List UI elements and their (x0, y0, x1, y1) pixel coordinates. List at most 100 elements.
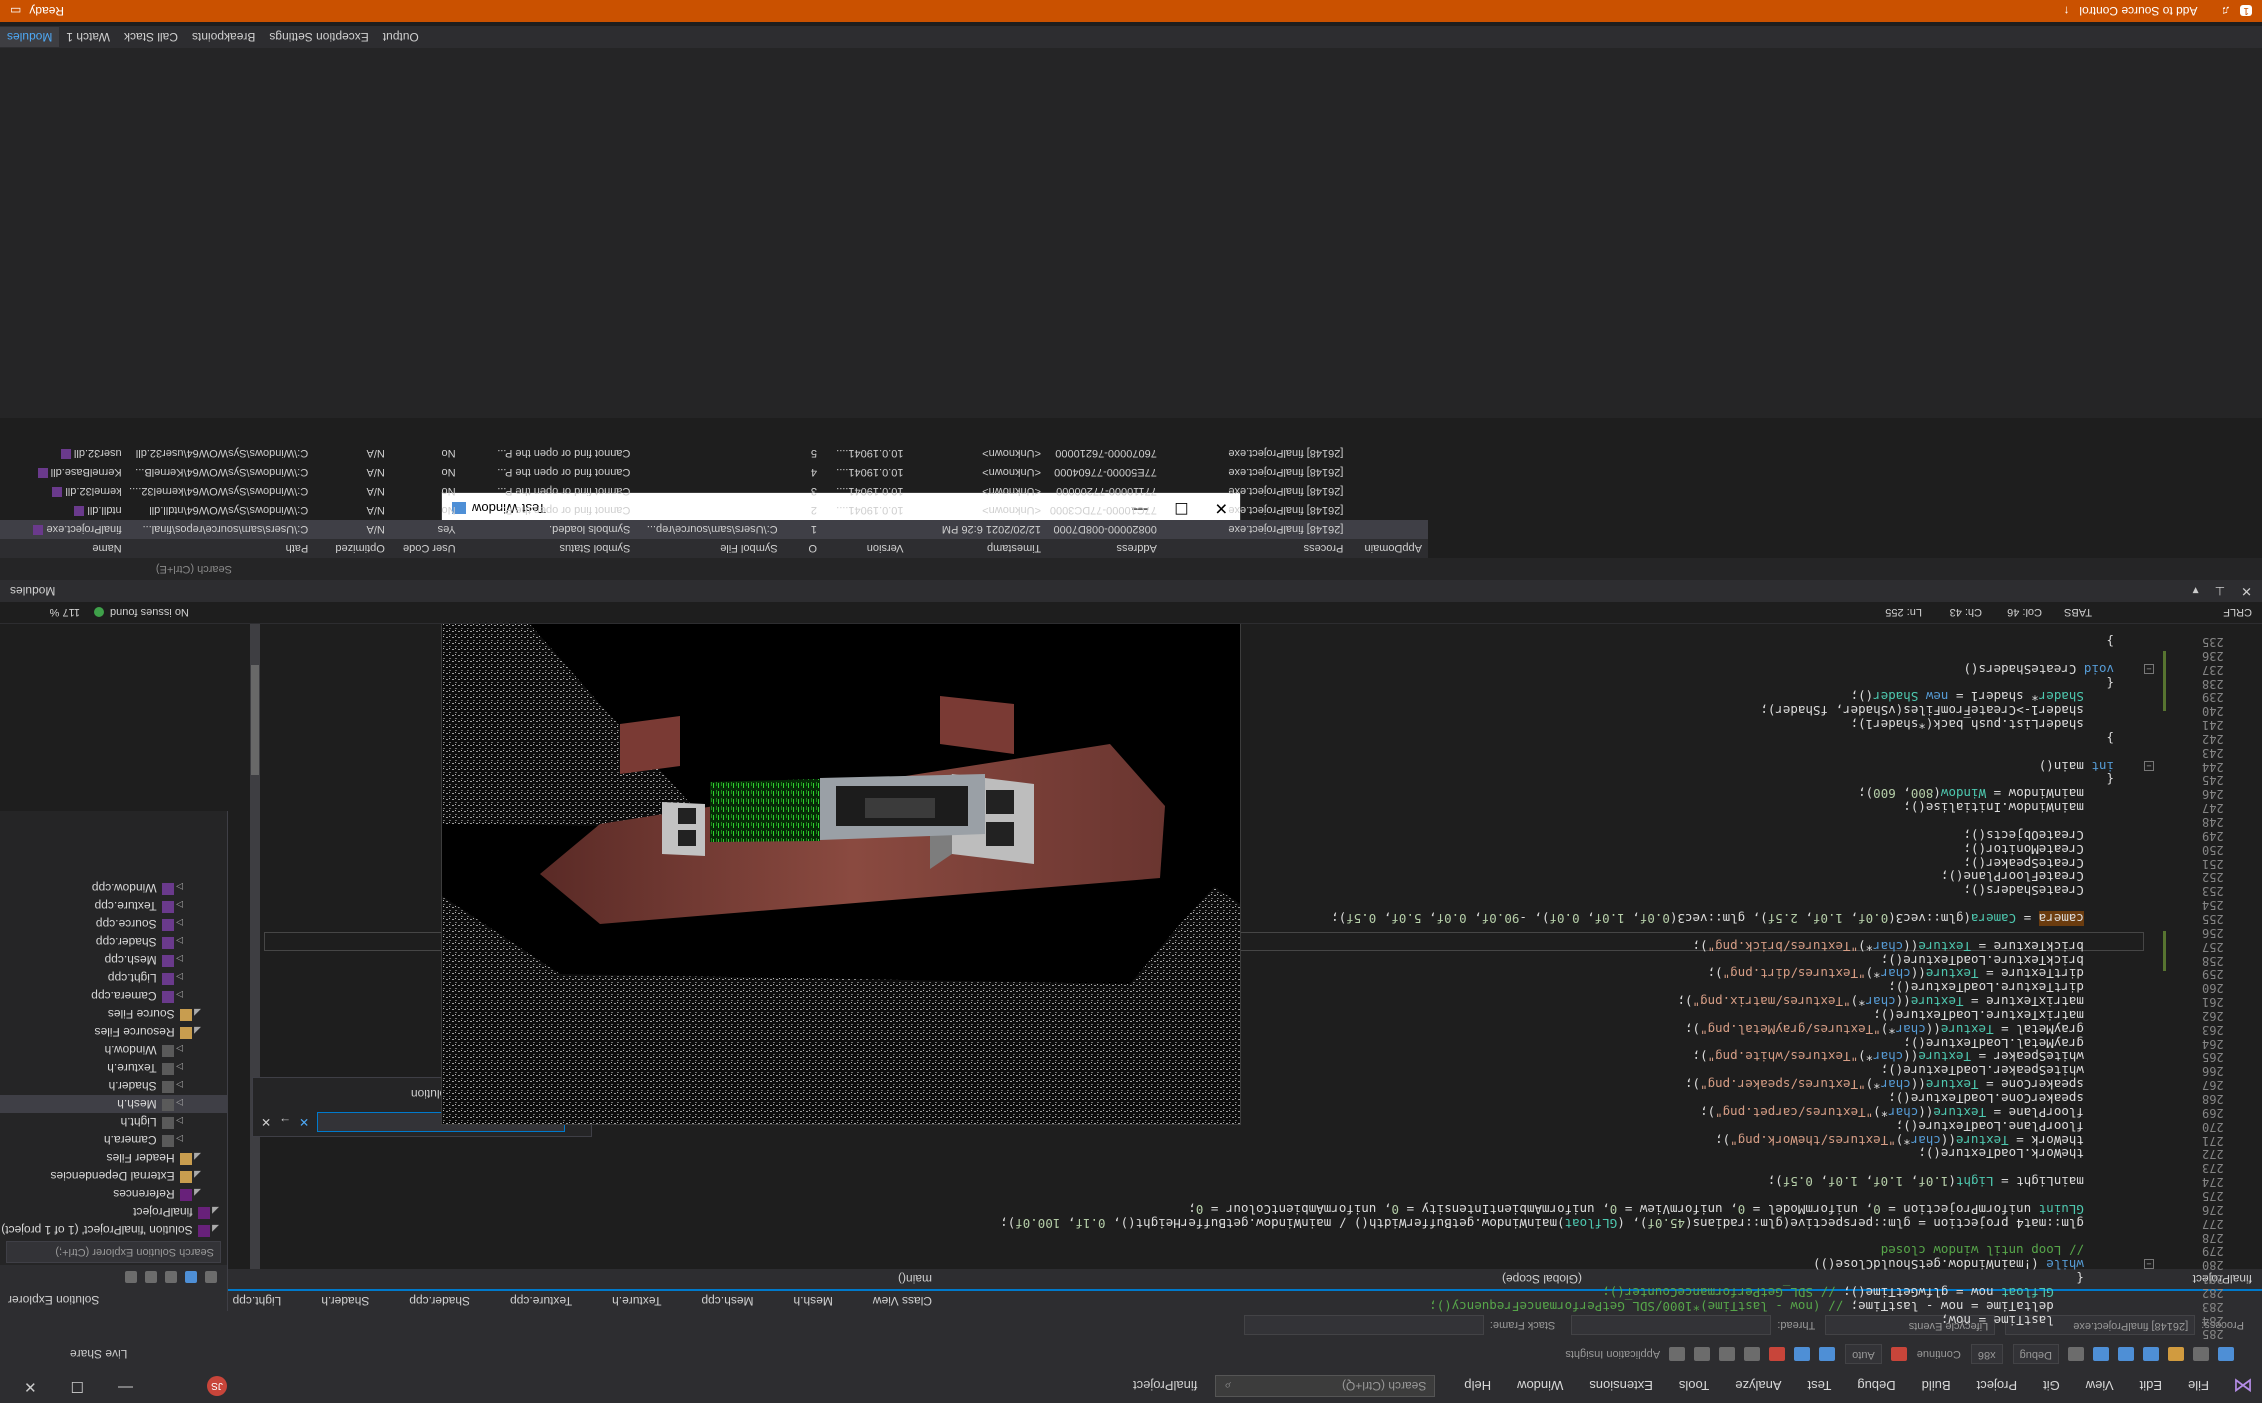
continue-button[interactable]: Continue (1917, 1348, 1961, 1360)
platform-select[interactable]: x86 (1970, 1344, 2003, 1364)
close-find-icon[interactable]: ✕ (261, 1115, 271, 1129)
menu-debug[interactable]: Debug (1844, 1379, 1908, 1394)
tree-item-light-cpp[interactable]: ▷ Light.cpp (0, 969, 227, 987)
tree-item-finalproject[interactable]: ◢ finalProject (0, 1203, 227, 1221)
expand-arrow-icon[interactable]: ◢ (210, 1224, 219, 1234)
expand-arrow-icon[interactable]: ◢ (192, 1026, 201, 1036)
expand-arrow-icon[interactable]: ▷ (174, 882, 183, 892)
save-icon[interactable] (2143, 1347, 2159, 1361)
tree-item-texture-h[interactable]: ▷ Texture.h (0, 1059, 227, 1077)
tree-item-mesh-cpp[interactable]: ▷ Mesh.cpp (0, 951, 227, 969)
expand-arrow-icon[interactable]: ◢ (192, 1152, 201, 1162)
maximize-icon[interactable]: ☐ (71, 1376, 84, 1396)
sync-icon[interactable] (185, 1271, 197, 1283)
project-dropdown[interactable]: finalProject (1592, 1272, 2262, 1286)
redo-icon[interactable] (2068, 1347, 2084, 1361)
notifications-badge[interactable]: 1 (2240, 5, 2252, 17)
expand-arrow-icon[interactable]: ▷ (174, 1134, 183, 1144)
menu-help[interactable]: Help (1451, 1379, 1504, 1394)
expand-arrow-icon[interactable]: ▷ (174, 918, 183, 928)
next-result-icon[interactable]: → (279, 1115, 291, 1129)
tab-class-view[interactable]: Class View (853, 1291, 952, 1311)
tree-item-resource-files[interactable]: ◢ Resource Files (0, 1023, 227, 1041)
panel-tab-exception-settings[interactable]: Exception Settings (262, 27, 375, 47)
tree-item-shader-cpp[interactable]: ▷ Shader.cpp (0, 933, 227, 951)
menu-file[interactable]: File (2175, 1379, 2222, 1394)
thread-select[interactable] (1571, 1315, 1772, 1335)
collapse-all-icon[interactable] (165, 1271, 177, 1283)
properties-icon[interactable] (125, 1271, 137, 1283)
tree-item-references[interactable]: ◢ References (0, 1185, 227, 1203)
tree-item-texture-cpp[interactable]: ▷ Texture.cpp (0, 897, 227, 915)
expand-arrow-icon[interactable]: ▷ (174, 900, 183, 910)
clear-icon[interactable]: ✕ (299, 1115, 309, 1129)
modules-search-input[interactable]: Search (Ctrl+E) (0, 563, 240, 575)
app-insights-button[interactable]: Application Insights (1565, 1348, 1660, 1360)
tree-item-source-cpp[interactable]: ▷ Source.cpp (0, 915, 227, 933)
column-header[interactable]: Timestamp (909, 543, 1046, 555)
column-header[interactable]: O (784, 543, 823, 555)
expand-arrow-icon[interactable]: ▷ (174, 1098, 183, 1108)
expand-arrow-icon[interactable]: ▷ (174, 1044, 183, 1054)
tab-texture-cpp[interactable]: Texture.cpp (490, 1291, 592, 1311)
menu-git[interactable]: Git (2030, 1379, 2073, 1394)
column-header[interactable]: Version (823, 543, 909, 555)
tree-item-camera-h[interactable]: ▷ Camera.h (0, 1131, 227, 1149)
expand-arrow-icon[interactable]: ▷ (174, 936, 183, 946)
column-header[interactable]: Symbol File (636, 543, 783, 555)
table-row[interactable]: [26148] finalProject.exe 77C10000-77DC300… (0, 501, 1428, 520)
collapse-icon[interactable]: − (2144, 1259, 2154, 1270)
table-row[interactable]: [26148] finalProject.exe 77E50000-7760400… (0, 463, 1428, 482)
step-out-icon[interactable] (1669, 1347, 1686, 1361)
show-all-files-icon[interactable] (145, 1271, 157, 1283)
save-all-icon[interactable] (2118, 1347, 2134, 1361)
tree-item-header-files[interactable]: ◢ Header Files (0, 1149, 227, 1167)
column-header[interactable]: Path (128, 543, 315, 555)
column-header[interactable]: Name (0, 543, 128, 555)
minimize-icon[interactable]: — (118, 1376, 133, 1396)
stack-frame-select[interactable] (1243, 1315, 1484, 1335)
expand-arrow-icon[interactable]: ◢ (192, 1170, 201, 1180)
bell-icon[interactable]: ♫ (2221, 4, 2230, 18)
tree-item-camera-cpp[interactable]: ▷ Camera.cpp (0, 987, 227, 1005)
pause-icon[interactable] (1794, 1347, 1811, 1361)
tab-shader-cpp[interactable]: Shader.cpp (389, 1291, 490, 1311)
auto-select[interactable]: Auto (1845, 1344, 1882, 1364)
back-icon[interactable] (2218, 1347, 2234, 1361)
tree-item-mesh-h[interactable]: ▷ Mesh.h (0, 1095, 227, 1113)
source-control-button[interactable]: Add to Source Control (2079, 4, 2197, 18)
configuration-select[interactable]: Debug (2012, 1344, 2059, 1364)
close-icon[interactable]: ✕ (24, 1376, 37, 1396)
new-project-icon[interactable] (2168, 1347, 2184, 1361)
menu-build[interactable]: Build (1909, 1379, 1964, 1394)
collapse-icon[interactable]: − (2144, 760, 2154, 771)
tree-item-shader-h[interactable]: ▷ Shader.h (0, 1077, 227, 1095)
menu-view[interactable]: View (2073, 1379, 2127, 1394)
restart-icon[interactable] (1744, 1347, 1761, 1361)
editor-scrollbar-thumb[interactable] (251, 665, 259, 775)
menu-extensions[interactable]: Extensions (1576, 1379, 1666, 1394)
issues-status[interactable]: No issues found (110, 607, 189, 619)
line-endings[interactable]: CRLF (2092, 607, 2262, 619)
expand-arrow-icon[interactable]: ▷ (174, 954, 183, 964)
close-panel-icon[interactable]: ✕ (2241, 583, 2252, 599)
expand-arrow-icon[interactable]: ▷ (174, 1062, 183, 1072)
expand-arrow-icon[interactable]: ◢ (210, 1206, 219, 1216)
tree-item-solution-finalproject-1-of-1-project-[interactable]: ◢ Solution 'finalProject' (1 of 1 projec… (0, 1221, 227, 1239)
expand-arrow-icon[interactable]: ▷ (174, 1080, 183, 1090)
table-row[interactable]: [26148] finalProject.exe 76070000-7621000… (0, 444, 1428, 463)
tree-item-external-dependencies[interactable]: ◢ External Dependencies (0, 1167, 227, 1185)
column-header[interactable]: Address (1047, 543, 1163, 555)
tree-item-window-cpp[interactable]: ▷ Window.cpp (0, 879, 227, 897)
solution-search-input[interactable]: Search Solution Explorer (Ctrl+;) (6, 1241, 221, 1263)
column-header[interactable]: Symbol Status (462, 543, 637, 555)
tab-shader-h[interactable]: Shader.h (301, 1291, 389, 1311)
menu-tools[interactable]: Tools (1666, 1379, 1722, 1394)
expand-arrow-icon[interactable]: ◢ (192, 1188, 201, 1198)
table-row[interactable]: [26148] finalProject.exe 77110000-7720000… (0, 482, 1428, 501)
step-into-icon[interactable] (1719, 1347, 1736, 1361)
table-row[interactable]: [26148] finalProject.exe 00820000-008D700… (0, 520, 1428, 539)
expand-arrow-icon[interactable]: ◢ (192, 1008, 201, 1018)
stop-icon[interactable] (1769, 1347, 1786, 1361)
indent-mode[interactable]: TABS (2042, 607, 2092, 619)
